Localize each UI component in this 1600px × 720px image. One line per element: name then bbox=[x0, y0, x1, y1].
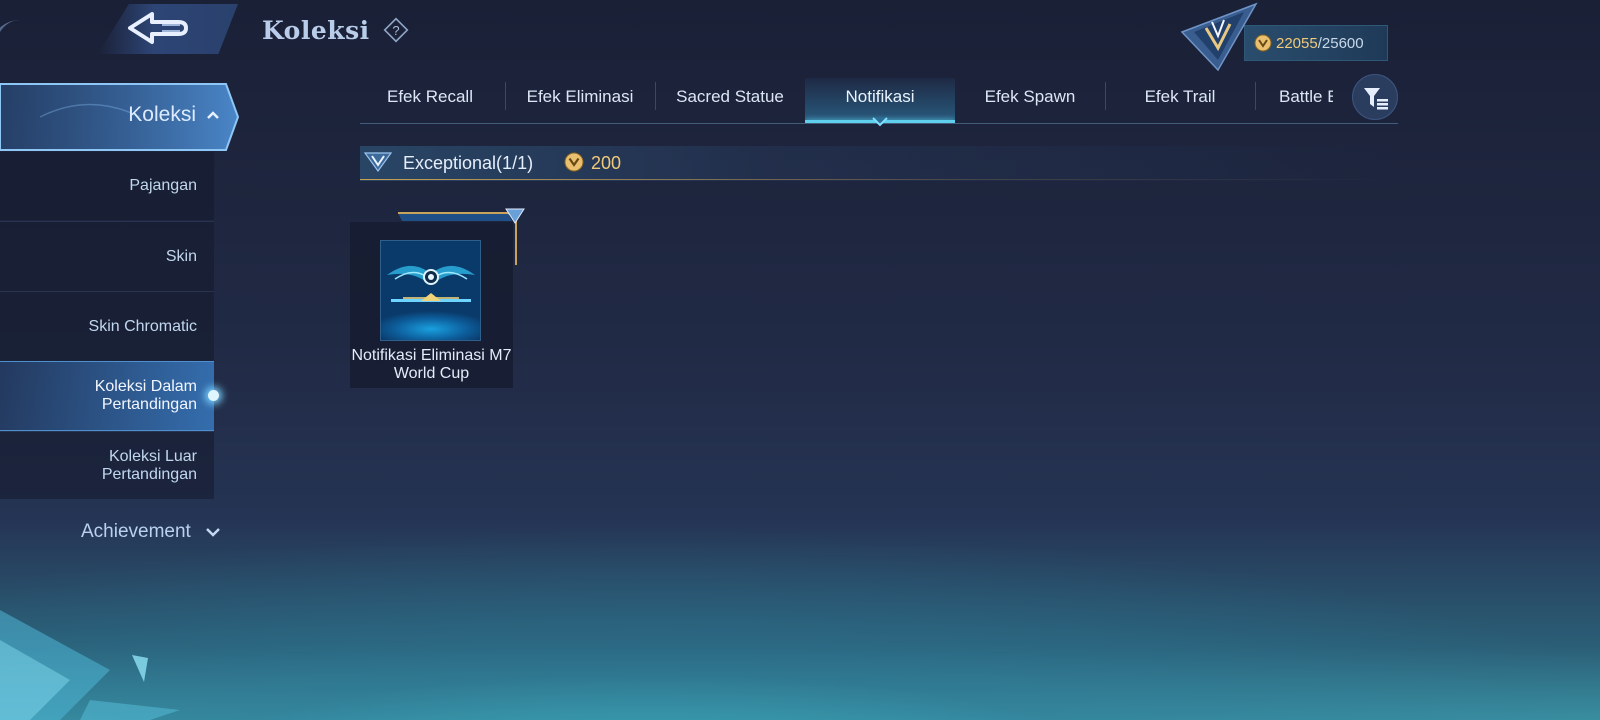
tab-efek-trail[interactable]: Efek Trail bbox=[1105, 78, 1255, 123]
svg-text:?: ? bbox=[392, 23, 399, 38]
rarity-emblem-icon bbox=[364, 152, 392, 173]
decorative-shards bbox=[0, 610, 180, 720]
sidebar-item-koleksi-luar-pertandingan[interactable]: Koleksi Luar Pertandingan bbox=[0, 431, 214, 499]
question-diamond-icon[interactable]: ? bbox=[383, 17, 409, 43]
item-name: Notifikasi Eliminasi M7 World Cup bbox=[351, 347, 512, 382]
section-cost: 200 bbox=[591, 153, 622, 173]
active-indicator-dot bbox=[208, 390, 219, 401]
sidebar-item-pajangan[interactable]: Pajangan bbox=[0, 152, 214, 220]
tab-efek-spawn[interactable]: Efek Spawn bbox=[955, 78, 1105, 123]
tab-battle-emote[interactable]: Battle E bbox=[1255, 78, 1333, 123]
rank-emblem-icon bbox=[1180, 2, 1258, 72]
sidebar-item-koleksi-dalam-pertandingan[interactable]: Koleksi Dalam Pertandingan bbox=[0, 361, 214, 431]
coin-icon bbox=[1254, 34, 1272, 52]
sidebar-item-skin[interactable]: Skin bbox=[0, 221, 214, 291]
back-button[interactable] bbox=[98, 4, 238, 54]
tab-label: Efek Spawn bbox=[984, 87, 1076, 106]
page-title: Koleksi bbox=[262, 16, 370, 45]
filter-icon bbox=[1364, 88, 1388, 110]
tab-label: Efek Eliminasi bbox=[526, 87, 634, 106]
item-thumbnail bbox=[380, 240, 481, 341]
tab-sacred-statue[interactable]: Sacred Statue bbox=[655, 78, 805, 123]
sidebar-active-frame bbox=[0, 83, 240, 151]
sidebar-item-label: Koleksi Dalam Pertandingan bbox=[94, 378, 197, 413]
currency-amount: 22055/25600 bbox=[1276, 35, 1364, 52]
tab-efek-eliminasi[interactable]: Efek Eliminasi bbox=[505, 78, 655, 123]
tab-label: Battle E bbox=[1279, 87, 1333, 106]
tab-label: Efek Trail bbox=[1144, 87, 1216, 106]
sidebar-item-label: Pajangan bbox=[129, 177, 197, 194]
coin-icon bbox=[564, 152, 584, 172]
sidebar-item-label: Skin Chromatic bbox=[88, 317, 197, 335]
sidebar-item-skin-chromatic[interactable]: Skin Chromatic bbox=[0, 291, 214, 361]
section-divider bbox=[360, 179, 1390, 180]
filter-button[interactable] bbox=[1352, 74, 1398, 120]
back-arrow-icon bbox=[128, 12, 188, 44]
elimination-banner-image bbox=[387, 265, 475, 302]
tab-label: Efek Recall bbox=[387, 87, 473, 106]
sidebar-item-label: Skin bbox=[165, 247, 197, 265]
sidebar-item-label: Koleksi Luar Pertandingan bbox=[101, 447, 197, 483]
chevron-down-icon[interactable] bbox=[205, 527, 221, 538]
tab-label: Sacred Statue bbox=[676, 87, 784, 106]
sidebar-achievement[interactable]: Achievement bbox=[81, 521, 191, 543]
tab-label: Notifikasi bbox=[845, 87, 915, 106]
category-tabs: Efek Recall Efek Eliminasi Sacred Statue… bbox=[355, 78, 1345, 124]
tab-efek-recall[interactable]: Efek Recall bbox=[355, 78, 505, 123]
chevron-up-icon bbox=[207, 111, 219, 119]
sidebar-active-category[interactable]: Koleksi bbox=[0, 82, 240, 152]
active-tab-caret-icon bbox=[872, 117, 888, 127]
section-title: Exceptional(1/1) bbox=[403, 153, 534, 173]
sidebar-active-label: Koleksi bbox=[128, 103, 196, 126]
